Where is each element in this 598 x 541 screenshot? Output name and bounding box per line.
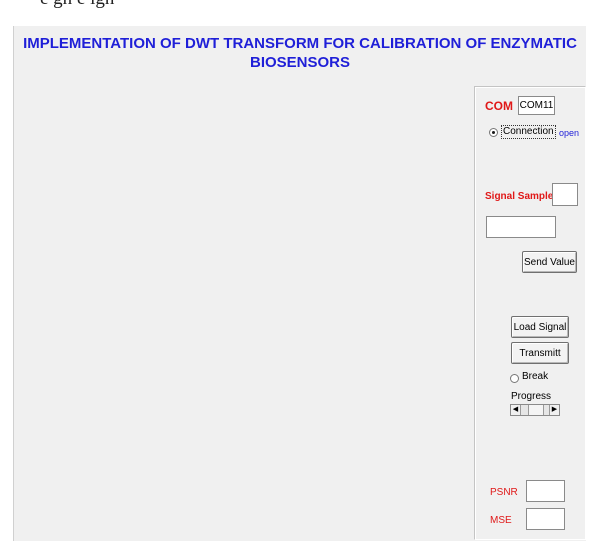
top-cropped-strip: e gn e ign [0, 0, 598, 26]
mse-label: MSE [490, 515, 512, 526]
break-label: Break [522, 371, 549, 382]
scroll-left-arrow-icon[interactable]: ◀ [511, 405, 521, 415]
control-panel: COM COM11 Connection open Signal Sample … [474, 86, 586, 540]
connection-radio[interactable] [489, 128, 498, 137]
break-radio[interactable] [510, 374, 519, 383]
scroll-thumb[interactable] [528, 405, 544, 415]
connection-status: open [559, 128, 580, 138]
scroll-right-arrow-icon[interactable]: ▶ [549, 405, 559, 415]
page-title-line1: IMPLEMENTATION OF DWT TRANSFORM FOR CALI… [23, 35, 577, 52]
com-label: COM [485, 99, 513, 113]
com-port-field[interactable]: COM11 [518, 96, 555, 115]
figure-window: IMPLEMENTATION OF DWT TRANSFORM FOR CALI… [13, 26, 586, 541]
send-value-button[interactable]: Send Value [522, 251, 577, 273]
progress-scrollbar[interactable]: ◀ ▶ [510, 404, 560, 416]
mse-field[interactable] [526, 508, 565, 530]
signal-sample-label: Signal Sample [485, 191, 554, 202]
load-signal-button[interactable]: Load Signal [511, 316, 569, 338]
send-value-field[interactable] [486, 216, 556, 238]
page-title-line2: BIOSENSORS [249, 54, 351, 71]
transmit-button[interactable]: Transmitt [511, 342, 569, 364]
cropped-text: e gn e ign [40, 0, 114, 10]
psnr-label: PSNR [490, 487, 518, 498]
progress-label: Progress [511, 391, 552, 402]
psnr-field[interactable] [526, 480, 565, 502]
signal-sample-field[interactable] [552, 183, 578, 206]
connection-label[interactable]: Connection [501, 125, 556, 139]
